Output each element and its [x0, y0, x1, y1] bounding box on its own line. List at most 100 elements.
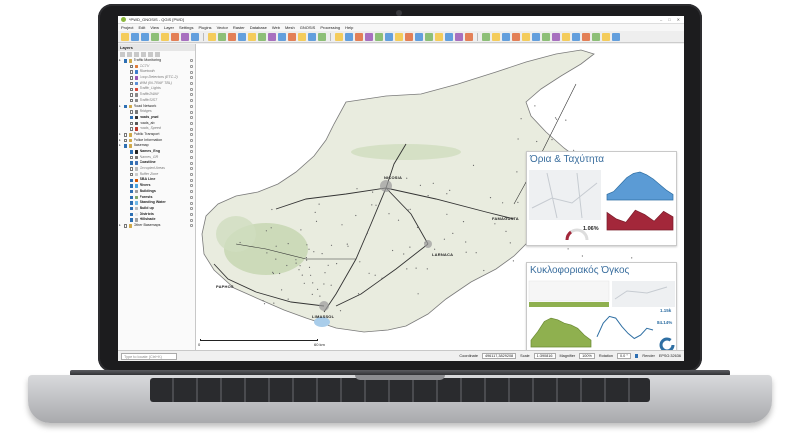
toolbar-tool-icon[interactable] [425, 33, 433, 41]
toolbar-tool-icon[interactable] [161, 33, 169, 41]
layer-visibility-checkbox[interactable] [129, 150, 133, 154]
toolbar-tool-icon[interactable] [512, 33, 520, 41]
crs-button[interactable]: EPSG:32636 [659, 354, 681, 358]
toolbar-tool-icon[interactable] [308, 33, 316, 41]
toolbar-tool-icon[interactable] [435, 33, 443, 41]
toolbar-tool-icon[interactable] [465, 33, 473, 41]
layer-visibility-checkbox[interactable] [123, 59, 127, 63]
layer-visibility-checkbox[interactable] [123, 133, 127, 137]
coordinate-field[interactable]: 496117,3829208 [481, 353, 517, 359]
remove-layer-icon[interactable] [155, 52, 160, 57]
layer-visibility-checkbox[interactable] [129, 93, 133, 97]
toolbar-tool-icon[interactable] [375, 33, 383, 41]
toolbar-tool-icon[interactable] [502, 33, 510, 41]
toolbar-tool-icon[interactable] [455, 33, 463, 41]
layer-visibility-checkbox[interactable] [129, 206, 133, 211]
expand-arrow-icon[interactable]: ▸ [119, 104, 122, 110]
toolbar-tool-icon[interactable] [405, 33, 413, 41]
menu-item[interactable]: Layer [164, 25, 174, 30]
menu-item[interactable]: Plugins [198, 25, 211, 30]
menu-item[interactable]: Vector [217, 25, 228, 30]
toolbar-tool-icon[interactable] [171, 33, 179, 41]
toolbar-tool-icon[interactable] [592, 33, 600, 41]
maximize-button[interactable]: □ [668, 17, 670, 22]
layer-visibility-checkbox[interactable] [123, 144, 127, 148]
add-group-icon[interactable] [127, 52, 132, 57]
layer-visibility-checkbox[interactable] [123, 224, 127, 228]
menu-item[interactable]: Mesh [285, 25, 295, 30]
layer-visibility-checkbox[interactable] [129, 189, 133, 194]
toolbar-tool-icon[interactable] [218, 33, 226, 41]
collapse-all-icon[interactable] [148, 52, 153, 57]
toolbar-tool-icon[interactable] [258, 33, 266, 41]
toolbar-tool-icon[interactable] [562, 33, 570, 41]
toolbar-tool-icon[interactable] [542, 33, 550, 41]
toolbar-tool-icon[interactable] [612, 33, 620, 41]
layer-visibility-checkbox[interactable] [129, 195, 133, 200]
layer-visibility-checkbox[interactable] [123, 104, 127, 109]
toolbar-tool-icon[interactable] [318, 33, 326, 41]
layer-visibility-checkbox[interactable] [129, 155, 133, 160]
volume-dashboard[interactable]: Κυκλοφοριακός Όγκος 1.15k 84.14% [526, 262, 677, 350]
layer-visibility-checkbox[interactable] [129, 178, 133, 183]
toolbar-tool-icon[interactable] [532, 33, 540, 41]
layer-visibility-checkbox[interactable] [129, 87, 133, 92]
map-canvas[interactable]: NICOSIA FAMAGUSTA LARNACA LIMASSOL PAPHO… [196, 44, 684, 350]
menu-item[interactable]: Raster [233, 25, 245, 30]
toolbar-tool-icon[interactable] [582, 33, 590, 41]
expand-arrow-icon[interactable]: ▸ [119, 58, 122, 64]
toolbar-tool-icon[interactable] [208, 33, 216, 41]
toolbar-tool-icon[interactable] [335, 33, 343, 41]
layer-visibility-checkbox[interactable] [129, 81, 133, 86]
layer-visibility-checkbox[interactable] [129, 184, 133, 188]
toolbar-tool-icon[interactable] [181, 33, 189, 41]
rotation-field[interactable]: 0.0 ° [617, 353, 631, 359]
layer-visibility-checkbox[interactable] [129, 76, 133, 80]
toolbar-tool-icon[interactable] [395, 33, 403, 41]
toolbar-tool-icon[interactable] [191, 33, 199, 41]
minimize-button[interactable]: – [660, 17, 662, 22]
toolbar-tool-icon[interactable] [365, 33, 373, 41]
layer-row[interactable]: ▸ Other Basemaps [118, 223, 195, 229]
toolbar-tool-icon[interactable] [355, 33, 363, 41]
menu-item[interactable]: Edit [138, 25, 145, 30]
menu-item[interactable]: View [150, 25, 159, 30]
toolbar-tool-icon[interactable] [131, 33, 139, 41]
toolbar-tool-icon[interactable] [602, 33, 610, 41]
menu-item[interactable]: Database [250, 25, 267, 30]
toolbar-tool-icon[interactable] [482, 33, 490, 41]
toolbar-tool-icon[interactable] [445, 33, 453, 41]
layer-visibility-checkbox[interactable] [129, 127, 133, 131]
layer-visibility-checkbox[interactable] [129, 121, 133, 126]
toolbar-tool-icon[interactable] [248, 33, 256, 41]
magnifier-field[interactable]: 100% [579, 353, 595, 359]
layer-visibility-checkbox[interactable] [123, 138, 127, 143]
toolbar-tool-icon[interactable] [522, 33, 530, 41]
toolbar-tool-icon[interactable] [572, 33, 580, 41]
toolbar-tool-icon[interactable] [268, 33, 276, 41]
layer-visibility-checkbox[interactable] [129, 98, 133, 103]
locator-search[interactable]: Type to locate (Ctrl+K) [121, 352, 177, 360]
layer-visibility-checkbox[interactable] [129, 201, 133, 205]
layer-visibility-checkbox[interactable] [129, 167, 133, 171]
toolbar-tool-icon[interactable] [288, 33, 296, 41]
toolbar-tool-icon[interactable] [228, 33, 236, 41]
toolbar-tool-icon[interactable] [298, 33, 306, 41]
layer-visibility-checkbox[interactable] [129, 172, 133, 177]
toolbar-tool-icon[interactable] [415, 33, 423, 41]
close-button[interactable]: ✕ [677, 17, 680, 22]
open-styling-icon[interactable] [120, 52, 125, 57]
toolbar-tool-icon[interactable] [552, 33, 560, 41]
toolbar-tool-icon[interactable] [121, 33, 129, 41]
expand-all-icon[interactable] [141, 52, 146, 57]
expand-arrow-icon[interactable]: ▸ [119, 143, 122, 149]
menu-item[interactable]: Processing [320, 25, 340, 30]
scale-field[interactable]: 1:390816 [533, 353, 556, 359]
toolbar-tool-icon[interactable] [238, 33, 246, 41]
filter-icon[interactable] [134, 52, 139, 57]
layer-visibility-checkbox[interactable] [129, 212, 133, 217]
layer-visibility-checkbox[interactable] [129, 161, 133, 165]
expand-arrow-icon[interactable]: ▸ [119, 223, 122, 229]
layer-visibility-checkbox[interactable] [129, 110, 133, 114]
speed-dashboard[interactable]: Όρια & Ταχύτητα 1.06% [526, 151, 677, 246]
